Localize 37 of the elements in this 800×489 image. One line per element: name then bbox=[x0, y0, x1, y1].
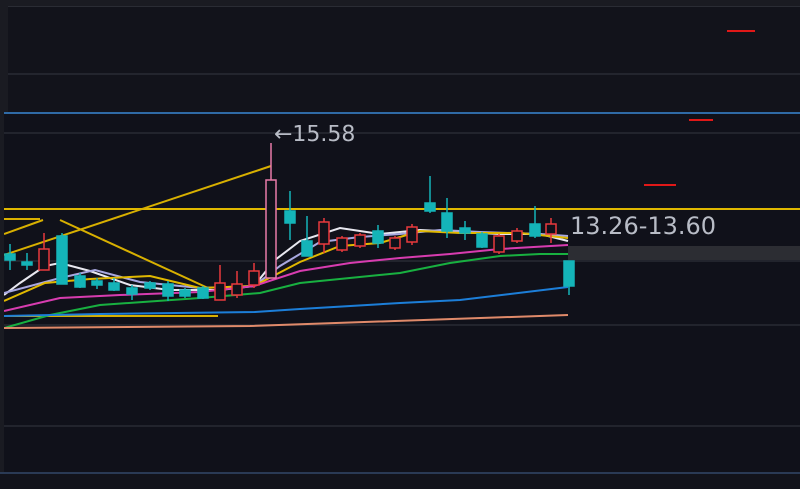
candlestick bbox=[91, 278, 103, 289]
candlestick bbox=[4, 244, 16, 270]
candlestick bbox=[354, 233, 366, 248]
candlestick bbox=[372, 225, 384, 248]
peak-price-label: ←15.58 bbox=[274, 124, 356, 146]
candlestick bbox=[248, 263, 260, 288]
candlestick bbox=[406, 224, 418, 245]
candlestick bbox=[38, 233, 50, 271]
candlestick bbox=[126, 285, 138, 300]
candlestick bbox=[301, 216, 313, 257]
candlestick bbox=[179, 288, 191, 298]
candlestick bbox=[197, 286, 209, 299]
candlestick bbox=[108, 278, 120, 291]
candlestick bbox=[441, 198, 453, 238]
marker-dash bbox=[689, 119, 713, 121]
candlestick bbox=[21, 253, 33, 270]
candlestick bbox=[389, 236, 401, 250]
candlestick bbox=[162, 281, 174, 301]
candlestick bbox=[231, 271, 243, 298]
candlestick bbox=[476, 232, 488, 248]
marker-dash bbox=[727, 30, 755, 32]
candlestick bbox=[318, 218, 330, 253]
candlestick bbox=[284, 191, 296, 240]
candlestick bbox=[74, 273, 86, 288]
candlestick bbox=[563, 260, 575, 295]
marker-dash bbox=[644, 184, 676, 186]
candlestick bbox=[144, 281, 156, 290]
candlestick bbox=[214, 265, 226, 301]
candlestick bbox=[424, 176, 436, 213]
candlestick bbox=[493, 234, 505, 254]
candlestick bbox=[529, 206, 541, 238]
candlestick bbox=[459, 221, 471, 240]
candlestick bbox=[56, 233, 68, 285]
candlestick bbox=[545, 218, 557, 243]
price-range-label: 13.26-13.60 bbox=[570, 214, 716, 238]
candlestick bbox=[336, 236, 348, 252]
candlestick bbox=[511, 228, 523, 243]
